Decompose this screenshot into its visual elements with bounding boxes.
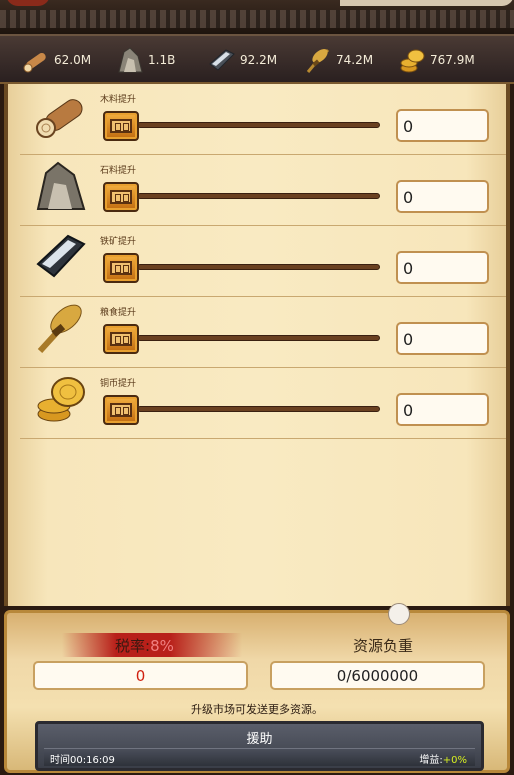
boost-amount-input[interactable]: 0 bbox=[396, 251, 489, 284]
top-left-ornament bbox=[6, 0, 50, 6]
cursor-indicator bbox=[388, 603, 410, 625]
boost-slider-handle[interactable] bbox=[103, 395, 139, 425]
resource-coin: 767.9M bbox=[398, 36, 475, 84]
tax-panel: 税率:8% 资源负重 0 0/6000000 升级市场可发送更多资源。 援助 时… bbox=[4, 603, 510, 773]
boost-amount-input[interactable]: 0 bbox=[396, 180, 489, 213]
boost-slider-track[interactable] bbox=[137, 193, 380, 199]
boost-slider-handle[interactable] bbox=[103, 111, 139, 141]
resource-coin-value: 767.9M bbox=[430, 53, 475, 67]
boost-panel: 木料提升 0 石料提升 0 铁矿提升 0 粮食提升 0 铜币提升 0 bbox=[4, 84, 510, 606]
aid-time: 时间00:16:09 bbox=[50, 755, 115, 766]
tax-value-field: 0 bbox=[33, 661, 248, 690]
wood-icon bbox=[22, 46, 50, 74]
resource-iron: 92.2M bbox=[208, 36, 277, 84]
resource-grain-value: 74.2M bbox=[336, 53, 374, 67]
upgrade-hint: 升级市场可发送更多资源。 bbox=[191, 703, 323, 716]
boost-amount-input[interactable]: 0 bbox=[396, 322, 489, 355]
iron-icon bbox=[208, 46, 236, 74]
load-value-field: 0/6000000 bbox=[270, 661, 485, 690]
resource-stone-value: 1.1B bbox=[148, 53, 176, 67]
tax-rate-percent: 8% bbox=[150, 637, 174, 655]
top-right-ornament bbox=[340, 0, 514, 6]
resource-wood: 62.0M bbox=[22, 36, 91, 84]
boost-label: 木料提升 bbox=[100, 95, 137, 105]
resource-iron-value: 92.2M bbox=[240, 53, 278, 67]
bottom-panel: 税率:8% 资源负重 0 0/6000000 升级市场可发送更多资源。 援助 时… bbox=[0, 603, 514, 775]
aid-button-label: 援助 bbox=[246, 732, 273, 747]
boost-slider-track[interactable] bbox=[137, 335, 380, 341]
coin-icon bbox=[398, 46, 426, 74]
resource-bar: 62.0M 1.1B 92.2M 74.2M 767.9M bbox=[0, 36, 514, 84]
boost-slider-track[interactable] bbox=[137, 264, 380, 270]
grip-icon bbox=[110, 332, 132, 346]
boost-row-grain: 粮食提升 0 bbox=[20, 297, 506, 368]
resource-load-label: 资源负重 bbox=[353, 637, 414, 655]
grip-icon bbox=[110, 403, 132, 417]
tax-rate-label: 税率:8% bbox=[115, 635, 174, 656]
boost-label: 铜币提升 bbox=[100, 379, 137, 389]
grip-icon bbox=[110, 119, 132, 133]
aid-gain: 增益:+0% bbox=[419, 751, 467, 766]
boost-row-wood: 木料提升 0 bbox=[20, 84, 506, 155]
wood-icon bbox=[34, 88, 88, 142]
aid-button[interactable]: 援助 时间00:16:09 增益:+0% bbox=[35, 721, 484, 771]
aid-gain-label: 增益: bbox=[419, 755, 443, 766]
boost-label: 粮食提升 bbox=[100, 308, 137, 318]
boost-slider-track[interactable] bbox=[137, 122, 380, 128]
aid-gain-value: +0% bbox=[442, 755, 467, 766]
stone-icon bbox=[34, 159, 88, 213]
grip-icon bbox=[110, 261, 132, 275]
boost-row-coin: 铜币提升 0 bbox=[20, 368, 506, 439]
boost-label: 石料提升 bbox=[100, 166, 137, 176]
grip-icon bbox=[110, 190, 132, 204]
iron-icon bbox=[34, 230, 88, 284]
boost-slider-handle[interactable] bbox=[103, 253, 139, 283]
boost-row-iron: 铁矿提升 0 bbox=[20, 226, 506, 297]
coin-icon bbox=[34, 372, 88, 426]
boost-amount-input[interactable]: 0 bbox=[396, 393, 489, 426]
decorative-band bbox=[0, 10, 514, 28]
grain-icon bbox=[304, 46, 332, 74]
grain-icon bbox=[34, 301, 88, 355]
boost-label: 铁矿提升 bbox=[100, 237, 137, 247]
boost-slider-handle[interactable] bbox=[103, 324, 139, 354]
resource-grain: 74.2M bbox=[304, 36, 373, 84]
aid-info-bar: 时间00:16:09 增益:+0% bbox=[44, 748, 475, 766]
resource-wood-value: 62.0M bbox=[54, 53, 92, 67]
boost-row-stone: 石料提升 0 bbox=[20, 155, 506, 226]
stone-icon bbox=[116, 46, 144, 74]
tax-rate-text: 税率: bbox=[115, 637, 151, 655]
boost-slider-track[interactable] bbox=[137, 406, 380, 412]
resource-stone: 1.1B bbox=[116, 36, 175, 84]
top-frame bbox=[0, 0, 514, 36]
boost-amount-input[interactable]: 0 bbox=[396, 109, 489, 142]
boost-slider-handle[interactable] bbox=[103, 182, 139, 212]
